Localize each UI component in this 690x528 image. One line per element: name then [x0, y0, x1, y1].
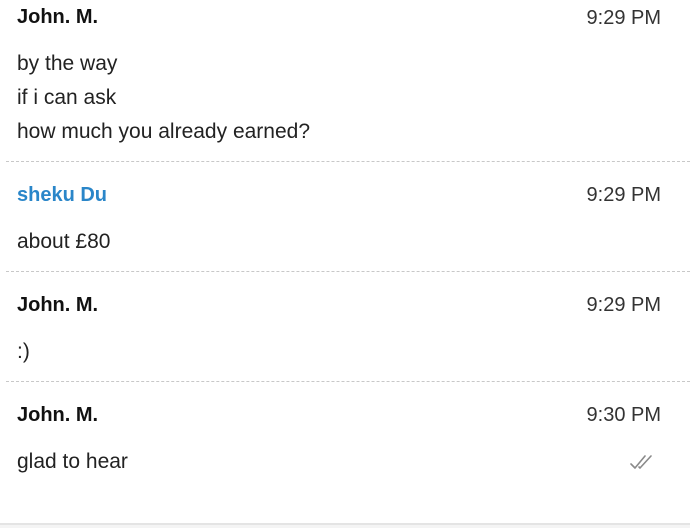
- message-sender[interactable]: sheku Du: [17, 184, 118, 207]
- message-time: 9:30 PM: [586, 404, 661, 426]
- message-time: 9:29 PM: [586, 184, 661, 206]
- chat-history: John. M. 9:29 PM by the way if i can ask…: [0, 0, 690, 528]
- message-sender[interactable]: John. M.: [17, 294, 98, 317]
- message: sheku Du 9:29 PM about £80: [0, 162, 690, 272]
- message-time: 9:29 PM: [586, 7, 661, 29]
- message-sender[interactable]: John. M.: [17, 404, 98, 427]
- double-check-icon: [630, 454, 656, 470]
- message-text-line: by the way: [17, 52, 118, 75]
- message: John. M. 9:29 PM by the way if i can ask…: [0, 0, 690, 162]
- message-text-line: :): [17, 340, 30, 363]
- message: John. M. 9:29 PM :): [0, 272, 690, 382]
- message-text-line: about £80: [17, 230, 111, 253]
- message-time: 9:29 PM: [586, 294, 661, 316]
- message-sender[interactable]: John. M.: [17, 6, 98, 29]
- message-text-line: if i can ask: [17, 86, 117, 109]
- message-text-line: how much you already earned?: [17, 120, 311, 143]
- message: John. M. 9:30 PM glad to hear: [0, 382, 690, 522]
- message-text-line: glad to hear: [17, 450, 128, 473]
